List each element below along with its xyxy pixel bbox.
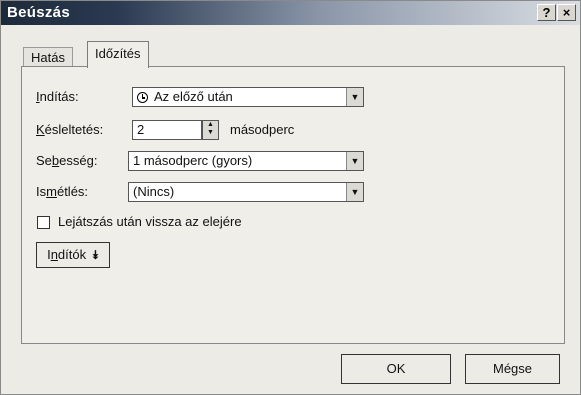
- delay-label: Késleltetés:: [36, 122, 104, 137]
- clock-icon: [137, 92, 148, 103]
- triggers-button[interactable]: Indítók ⯯: [36, 242, 110, 268]
- close-button[interactable]: ×: [557, 4, 576, 21]
- delay-input[interactable]: 2: [132, 120, 202, 140]
- spin-down-icon[interactable]: ▼: [203, 129, 218, 137]
- rewind-label: Lejátszás után vissza az elejére: [58, 214, 242, 229]
- tab-timing[interactable]: Időzítés: [87, 41, 149, 68]
- speed-value: 1 másodperc (gyors): [133, 153, 253, 168]
- start-value: Az előző után: [154, 89, 233, 104]
- repeat-label: Ismétlés:: [36, 184, 89, 199]
- dialog-title: Beúszás: [7, 4, 70, 21]
- spin-up-icon[interactable]: ▲: [203, 121, 218, 129]
- title-bar[interactable]: Beúszás ? ×: [1, 1, 580, 25]
- cancel-button[interactable]: Mégse: [465, 354, 560, 384]
- repeat-select[interactable]: (Nincs) ▼: [128, 182, 364, 202]
- ok-button[interactable]: OK: [341, 354, 451, 384]
- timing-panel: Indítás: Az előző után ▼ Késleltetés: 2 …: [21, 66, 565, 344]
- delay-unit: másodperc: [230, 122, 295, 137]
- start-label: Indítás:: [36, 89, 79, 104]
- delay-spinner[interactable]: ▲ ▼: [202, 120, 219, 140]
- tab-effect[interactable]: Hatás: [23, 47, 73, 68]
- double-chevron-down-icon: ⯯: [91, 248, 99, 262]
- help-button[interactable]: ?: [537, 4, 556, 21]
- chevron-down-icon[interactable]: ▼: [346, 183, 363, 201]
- chevron-down-icon[interactable]: ▼: [346, 88, 363, 106]
- chevron-down-icon[interactable]: ▼: [346, 152, 363, 170]
- speed-label: Sebesség:: [36, 153, 98, 168]
- rewind-checkbox[interactable]: [37, 216, 50, 229]
- speed-select[interactable]: 1 másodperc (gyors) ▼: [128, 151, 364, 171]
- dialog-window: Beúszás ? × Hatás Időzítés Indítás: Az e…: [0, 0, 581, 395]
- start-select[interactable]: Az előző után ▼: [132, 87, 364, 107]
- repeat-value: (Nincs): [133, 184, 175, 199]
